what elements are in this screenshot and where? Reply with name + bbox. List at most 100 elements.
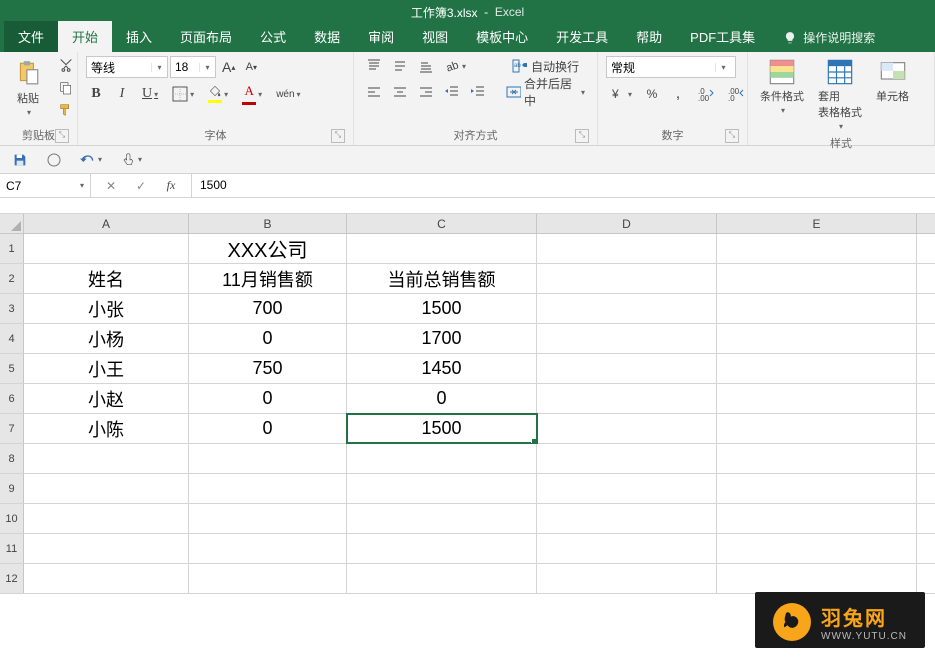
col-header[interactable]: D — [537, 214, 717, 233]
cell[interactable]: 0 — [189, 414, 347, 443]
decrease-font-button[interactable]: A▾ — [241, 57, 261, 77]
format-as-table-button[interactable]: 套用 表格格式▾ — [814, 56, 866, 133]
cell[interactable] — [537, 384, 717, 413]
cell[interactable] — [537, 414, 717, 443]
cell[interactable]: 750 — [189, 354, 347, 383]
undo-button[interactable]: ▾ — [76, 150, 106, 170]
row-header[interactable]: 12 — [0, 564, 24, 593]
borders-button[interactable]: ▾ — [168, 84, 198, 104]
chevron-down-icon[interactable]: ▾ — [199, 63, 215, 72]
confirm-button[interactable]: ✓ — [131, 176, 151, 196]
percent-button[interactable]: % — [642, 84, 662, 104]
underline-button[interactable]: U▾ — [138, 84, 162, 104]
font-size-combo[interactable]: ▾ — [170, 56, 216, 78]
cell[interactable] — [717, 324, 917, 353]
row-header[interactable]: 4 — [0, 324, 24, 353]
row-header[interactable]: 8 — [0, 444, 24, 473]
cell[interactable] — [717, 474, 917, 503]
row-header[interactable]: 7 — [0, 414, 24, 443]
cell[interactable] — [347, 474, 537, 503]
tab-view[interactable]: 视图 — [408, 21, 462, 52]
fill-color-button[interactable]: ▾ — [204, 84, 232, 104]
increase-indent-button[interactable] — [466, 82, 490, 102]
tab-data[interactable]: 数据 — [300, 21, 354, 52]
row-header[interactable]: 10 — [0, 504, 24, 533]
wrap-text-button[interactable]: ab 自动换行 — [502, 56, 589, 76]
italic-button[interactable]: I — [112, 84, 132, 104]
save-button[interactable] — [8, 150, 32, 170]
cut-button[interactable] — [54, 56, 78, 76]
chevron-down-icon[interactable]: ▾ — [74, 181, 90, 190]
cell[interactable] — [717, 264, 917, 293]
cell[interactable] — [189, 564, 347, 593]
tell-me-search[interactable]: 操作说明搜索 — [769, 29, 889, 52]
chevron-down-icon[interactable]: ▾ — [151, 63, 167, 72]
cell[interactable]: 姓名 — [24, 264, 189, 293]
name-box[interactable]: ▾ — [0, 174, 91, 197]
align-left-button[interactable] — [362, 82, 386, 102]
cell[interactable]: 0 — [189, 324, 347, 353]
cell[interactable] — [347, 534, 537, 563]
cancel-button[interactable]: ✕ — [101, 176, 121, 196]
cell[interactable] — [24, 534, 189, 563]
font-launcher[interactable]: ⤡ — [331, 129, 345, 143]
cell[interactable] — [717, 414, 917, 443]
cell[interactable] — [189, 534, 347, 563]
number-format-combo[interactable]: ▾ — [606, 56, 736, 78]
cell[interactable] — [24, 564, 189, 593]
cell[interactable] — [717, 504, 917, 533]
cell[interactable]: 小杨 — [24, 324, 189, 353]
cell[interactable]: 11月销售额 — [189, 264, 347, 293]
cell[interactable]: 1500 — [347, 294, 537, 323]
formula-input[interactable] — [192, 174, 935, 196]
cell[interactable] — [189, 474, 347, 503]
cell[interactable] — [347, 564, 537, 593]
format-painter-button[interactable] — [54, 100, 78, 120]
paste-button[interactable]: 粘贴 ▾ — [8, 56, 48, 119]
cell[interactable]: XXX公司 — [189, 234, 347, 263]
cell[interactable] — [24, 234, 189, 263]
align-bottom-button[interactable] — [414, 56, 438, 76]
cell[interactable]: 1450 — [347, 354, 537, 383]
tab-pdf-tools[interactable]: PDF工具集 — [676, 21, 769, 52]
touch-mode-button[interactable]: ▾ — [116, 150, 146, 170]
phonetic-button[interactable]: wén▾ — [272, 84, 304, 104]
cell[interactable] — [24, 444, 189, 473]
cell[interactable] — [717, 234, 917, 263]
col-header[interactable]: E — [717, 214, 917, 233]
bold-button[interactable]: B — [86, 84, 106, 104]
merge-center-button[interactable]: 合并后居中▾ — [502, 82, 589, 102]
cell[interactable]: 1700 — [347, 324, 537, 353]
copy-button[interactable] — [54, 78, 78, 98]
cell[interactable] — [537, 444, 717, 473]
cell[interactable] — [717, 294, 917, 323]
cell-reference-input[interactable] — [0, 175, 74, 197]
cell[interactable]: 小赵 — [24, 384, 189, 413]
cell[interactable] — [717, 534, 917, 563]
tab-formulas[interactable]: 公式 — [246, 21, 300, 52]
cell[interactable] — [537, 264, 717, 293]
cell[interactable]: 小张 — [24, 294, 189, 323]
chevron-down-icon[interactable]: ▾ — [715, 63, 731, 72]
cell[interactable] — [717, 444, 917, 473]
cell[interactable] — [189, 504, 347, 533]
cell[interactable] — [24, 504, 189, 533]
insert-function-button[interactable]: fx — [161, 176, 181, 196]
align-middle-button[interactable] — [388, 56, 412, 76]
clipboard-launcher[interactable]: ⤡ — [55, 129, 69, 143]
font-color-button[interactable]: A▾ — [238, 84, 266, 104]
cell[interactable] — [347, 504, 537, 533]
cell[interactable] — [717, 354, 917, 383]
select-all-corner[interactable] — [0, 214, 24, 233]
cell[interactable]: 700 — [189, 294, 347, 323]
comma-button[interactable]: , — [668, 84, 688, 104]
decrease-decimal-button[interactable]: .00.0 — [724, 84, 748, 104]
col-header[interactable]: A — [24, 214, 189, 233]
orientation-button[interactable]: ab▾ — [440, 56, 470, 76]
alignment-launcher[interactable]: ⤡ — [575, 129, 589, 143]
col-header[interactable]: B — [189, 214, 347, 233]
row-header[interactable]: 5 — [0, 354, 24, 383]
number-launcher[interactable]: ⤡ — [725, 129, 739, 143]
cell[interactable] — [347, 234, 537, 263]
tab-help[interactable]: 帮助 — [622, 21, 676, 52]
